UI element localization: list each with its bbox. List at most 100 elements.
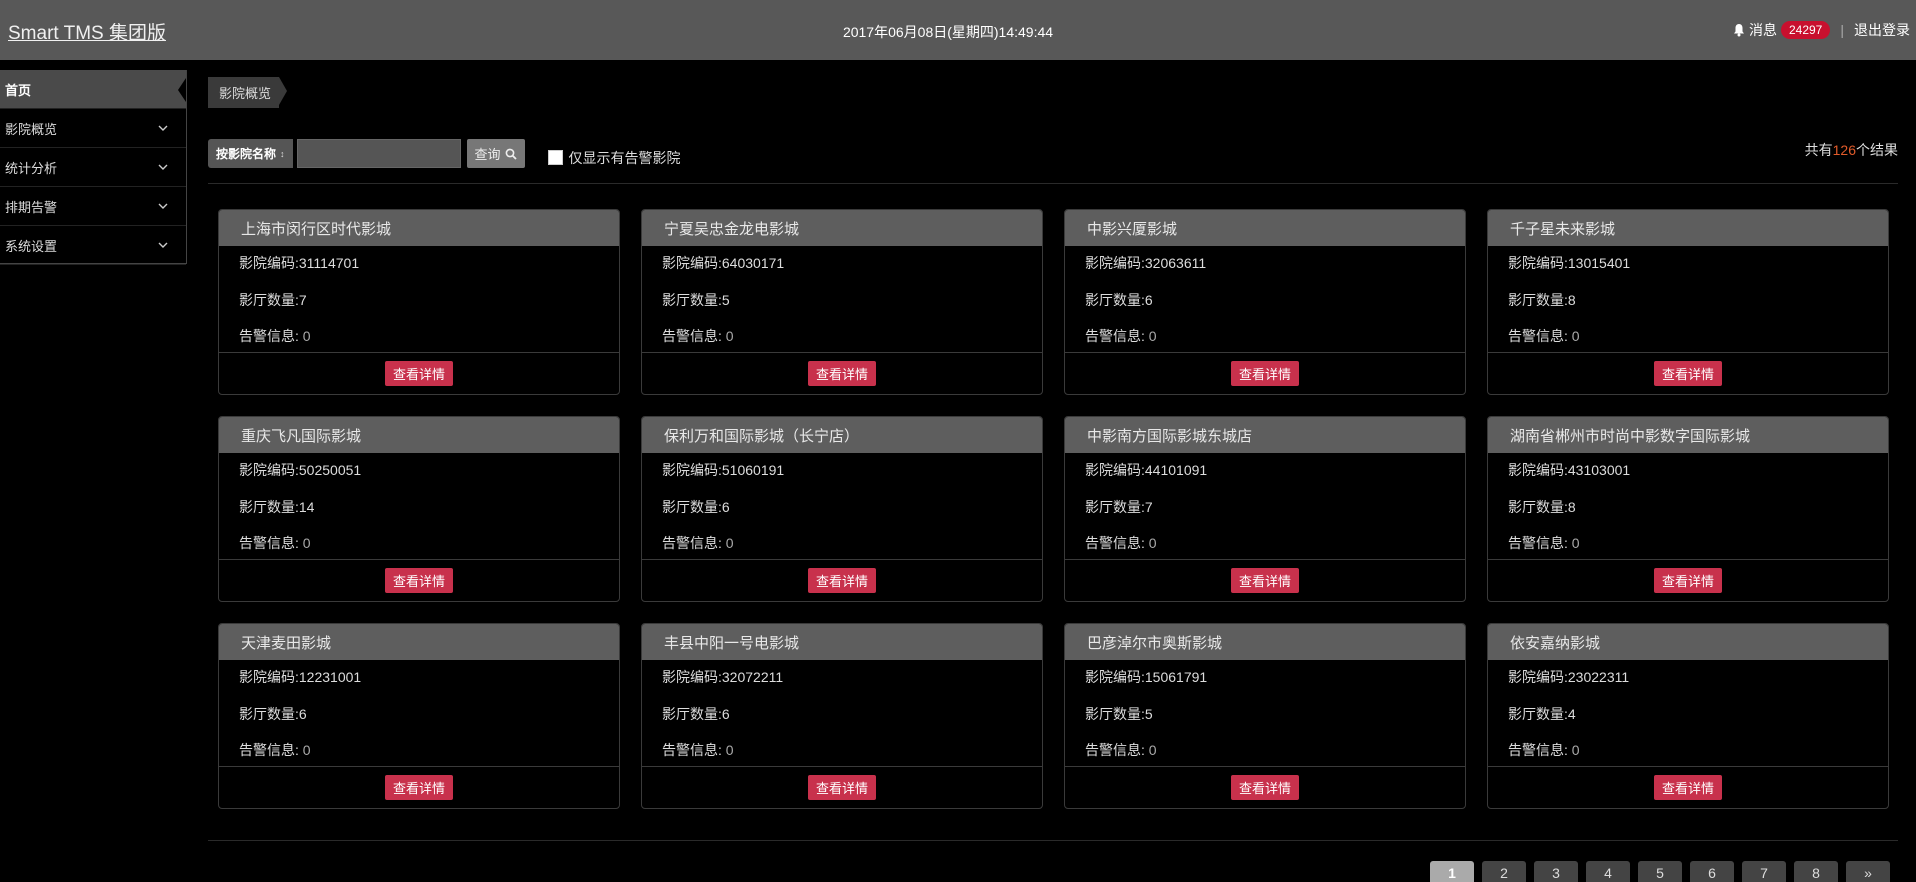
page-button-2[interactable]: 2 bbox=[1482, 861, 1526, 882]
hall-count: 影厅数量:5 bbox=[662, 292, 730, 308]
page-button-3[interactable]: 3 bbox=[1534, 861, 1578, 882]
chevron-down-icon bbox=[158, 164, 168, 170]
alarm-label: 告警信息: bbox=[1508, 742, 1568, 758]
alarm-value: 0 bbox=[1148, 742, 1157, 758]
alarm-only-label: 仅显示有告警影院 bbox=[568, 149, 681, 166]
alarm-label: 告警信息: bbox=[239, 328, 299, 344]
select-arrows-icon: ↕ bbox=[280, 148, 285, 159]
cinema-card: 保利万和国际影城（长宁店） 影院编码:51060191 影厅数量:6 告警信息:… bbox=[641, 416, 1043, 602]
cinema-card: 天津麦田影城 影院编码:12231001 影厅数量:6 告警信息: 0 查看详情 bbox=[218, 623, 620, 809]
alarm-label: 告警信息: bbox=[1085, 742, 1145, 758]
cinema-code: 影院编码:12231001 bbox=[239, 669, 362, 685]
alarm-value: 0 bbox=[1148, 535, 1157, 551]
cinema-name: 千子星未来影城 bbox=[1488, 210, 1888, 246]
alarm-label: 告警信息: bbox=[239, 535, 299, 551]
sidebar-item-cinema-overview[interactable]: 影院概览 bbox=[0, 109, 186, 148]
hall-count: 影厅数量:7 bbox=[1085, 499, 1153, 515]
page-button-5[interactable]: 5 bbox=[1638, 861, 1682, 882]
view-details-button[interactable]: 查看详情 bbox=[384, 568, 453, 593]
cinema-name: 中影南方国际影城东城店 bbox=[1065, 417, 1465, 453]
hall-count: 影厅数量:6 bbox=[662, 499, 730, 515]
view-details-button[interactable]: 查看详情 bbox=[807, 568, 876, 593]
logout-link[interactable]: 退出登录 bbox=[1854, 20, 1910, 40]
hall-count: 影厅数量:5 bbox=[1085, 706, 1153, 722]
cinema-card: 宁夏吴忠金龙电影城 影院编码:64030171 影厅数量:5 告警信息: 0 查… bbox=[641, 209, 1043, 395]
next-page-button[interactable]: » bbox=[1846, 861, 1890, 882]
cinema-code: 影院编码:50250051 bbox=[239, 462, 362, 478]
sidebar-item-statistics[interactable]: 统计分析 bbox=[0, 148, 186, 187]
header-actions: 消息 24297 | 退出登录 bbox=[1732, 20, 1910, 40]
page-button-1[interactable]: 1 bbox=[1430, 861, 1474, 882]
cinema-name: 保利万和国际影城（长宁店） bbox=[642, 417, 1042, 453]
cinema-card: 丰县中阳一号电影城 影院编码:32072211 影厅数量:6 告警信息: 0 查… bbox=[641, 623, 1043, 809]
view-details-button[interactable]: 查看详情 bbox=[1653, 361, 1722, 386]
cinema-code: 影院编码:43103001 bbox=[1508, 462, 1631, 478]
search-field-select[interactable]: 按影院名称 ↕ bbox=[208, 139, 293, 168]
alarm-only-checkbox[interactable] bbox=[547, 150, 563, 165]
page-button-4[interactable]: 4 bbox=[1586, 861, 1630, 882]
page-button-6[interactable]: 6 bbox=[1690, 861, 1734, 882]
alarm-label: 告警信息: bbox=[1085, 535, 1145, 551]
alarm-label: 告警信息: bbox=[1508, 535, 1568, 551]
sidebar-item-home[interactable]: 首页 bbox=[0, 70, 186, 109]
sidebar-item-label: 影院概览 bbox=[5, 121, 58, 137]
hall-count: 影厅数量:14 bbox=[239, 499, 315, 515]
alarm-value: 0 bbox=[1571, 742, 1580, 758]
cinema-code: 影院编码:31114701 bbox=[239, 255, 360, 271]
hall-count: 影厅数量:4 bbox=[1508, 706, 1576, 722]
hall-count: 影厅数量:8 bbox=[1508, 499, 1576, 515]
cinema-name: 丰县中阳一号电影城 bbox=[642, 624, 1042, 660]
alarm-label: 告警信息: bbox=[662, 328, 722, 344]
page-button-8[interactable]: 8 bbox=[1794, 861, 1838, 882]
cinema-card: 湖南省郴州市时尚中影数字国际影城 影院编码:43103001 影厅数量:8 告警… bbox=[1487, 416, 1889, 602]
cinema-card: 千子星未来影城 影院编码:13015401 影厅数量:8 告警信息: 0 查看详… bbox=[1487, 209, 1889, 395]
sidebar-item-label: 首页 bbox=[5, 82, 32, 98]
bell-icon[interactable] bbox=[1732, 23, 1746, 37]
divider bbox=[208, 840, 1898, 841]
cinema-name: 天津麦田影城 bbox=[219, 624, 619, 660]
cinema-name: 湖南省郴州市时尚中影数字国际影城 bbox=[1488, 417, 1888, 453]
cinema-code: 影院编码:13015401 bbox=[1508, 255, 1631, 271]
hall-count: 影厅数量:6 bbox=[662, 706, 730, 722]
search-input[interactable] bbox=[296, 139, 461, 168]
alarm-value: 0 bbox=[725, 328, 734, 344]
view-details-button[interactable]: 查看详情 bbox=[1653, 775, 1722, 800]
breadcrumb: 影院概览 bbox=[208, 76, 288, 108]
view-details-button[interactable]: 查看详情 bbox=[1653, 568, 1722, 593]
alarm-label: 告警信息: bbox=[662, 535, 722, 551]
pagination: 1 2 3 4 5 6 7 8 » bbox=[1422, 861, 1890, 882]
cinema-card: 重庆飞凡国际影城 影院编码:50250051 影厅数量:14 告警信息: 0 查… bbox=[218, 416, 620, 602]
alarm-value: 0 bbox=[725, 535, 734, 551]
header-separator: | bbox=[1840, 22, 1844, 38]
view-details-button[interactable]: 查看详情 bbox=[384, 775, 453, 800]
page-button-7[interactable]: 7 bbox=[1742, 861, 1786, 882]
view-details-button[interactable]: 查看详情 bbox=[384, 361, 453, 386]
cinema-code: 影院编码:51060191 bbox=[662, 462, 785, 478]
alarm-value: 0 bbox=[302, 328, 311, 344]
search-field-select-label: 按影院名称 bbox=[216, 147, 277, 161]
view-details-button[interactable]: 查看详情 bbox=[807, 361, 876, 386]
breadcrumb-item-cinema-overview[interactable]: 影院概览 bbox=[208, 76, 288, 108]
view-details-button[interactable]: 查看详情 bbox=[1230, 568, 1299, 593]
cinema-code: 影院编码:32072211 bbox=[662, 669, 784, 685]
query-button-label: 查询 bbox=[474, 147, 501, 162]
alarm-label: 告警信息: bbox=[1508, 328, 1568, 344]
sidebar-item-system-settings[interactable]: 系统设置 bbox=[0, 226, 186, 265]
current-datetime: 2017年06月08日(星期四)14:49:44 bbox=[842, 24, 1054, 40]
chevron-down-icon bbox=[158, 203, 168, 209]
view-details-button[interactable]: 查看详情 bbox=[1230, 775, 1299, 800]
search-icon bbox=[505, 148, 517, 160]
cinema-code: 影院编码:64030171 bbox=[662, 255, 785, 271]
chevron-down-icon bbox=[158, 242, 168, 248]
result-count: 共有126个结果 bbox=[1805, 140, 1898, 160]
hall-count: 影厅数量:6 bbox=[239, 706, 307, 722]
cinema-card: 依安嘉纳影城 影院编码:23022311 影厅数量:4 告警信息: 0 查看详情 bbox=[1487, 623, 1889, 809]
cinema-name: 中影兴厦影城 bbox=[1065, 210, 1465, 246]
messages-label[interactable]: 消息 bbox=[1749, 20, 1777, 40]
query-button[interactable]: 查询 bbox=[466, 139, 525, 168]
view-details-button[interactable]: 查看详情 bbox=[807, 775, 876, 800]
view-details-button[interactable]: 查看详情 bbox=[1230, 361, 1299, 386]
sidebar-item-schedule-alarm[interactable]: 排期告警 bbox=[0, 187, 186, 226]
messages-count-badge[interactable]: 24297 bbox=[1780, 21, 1831, 39]
top-bar: Smart TMS 集团版 2017年06月08日(星期四)14:49:44 消… bbox=[0, 0, 1916, 60]
